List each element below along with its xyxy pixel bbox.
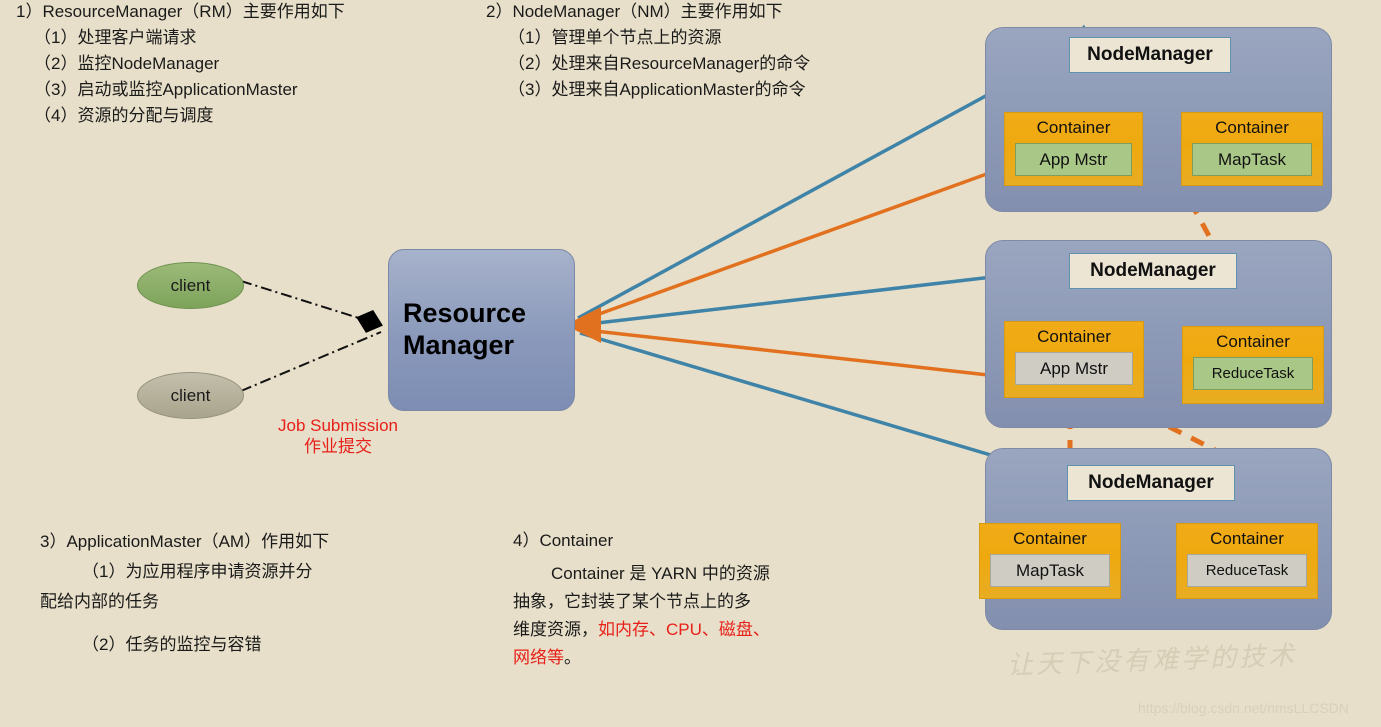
- node-manager-block-2[interactable]: NodeManager Container App Mstr Container…: [985, 240, 1332, 428]
- client-node-gray-label: client: [170, 385, 211, 405]
- am-desc-line-3: （2）任务的监控与容错: [82, 635, 262, 654]
- node-manager-label-3[interactable]: NodeManager: [1067, 465, 1235, 501]
- container-1-2-title: Container: [1215, 118, 1289, 137]
- container-2-2-title: Container: [1216, 332, 1290, 351]
- nm-desc-item-1: （1）管理单个节点上的资源: [508, 28, 722, 47]
- map-task-3[interactable]: MapTask: [990, 554, 1110, 587]
- resource-manager-line-2: Manager: [403, 330, 515, 360]
- rm-desc-item-1: （1）处理客户端请求: [34, 28, 197, 47]
- node-manager-block-1[interactable]: NodeManager Container App Mstr Container…: [985, 27, 1332, 212]
- container-desc-line-2: 抽象，它封装了某个节点上的多: [513, 592, 751, 611]
- am-desc-heading: 3）ApplicationMaster（AM）作用如下: [40, 532, 330, 551]
- nm-desc-item-2: （2）处理来自ResourceManager的命令: [508, 54, 811, 73]
- container-desc-heading: 4）Container: [513, 531, 614, 550]
- container-description: 4）Container Container 是 YARN 中的资源 抽象，它封装…: [513, 532, 770, 677]
- resource-manager-line-1: Resource: [403, 298, 527, 329]
- container-3-2[interactable]: Container ReduceTask: [1176, 523, 1318, 599]
- container-3-1[interactable]: Container MapTask: [979, 523, 1121, 599]
- node-manager-label-1[interactable]: NodeManager: [1069, 37, 1231, 73]
- container-desc-line-3-black: 维度资源，: [513, 620, 598, 639]
- rm-desc-item-2: （2）监控NodeManager: [34, 54, 220, 73]
- client-node-gray[interactable]: client: [137, 372, 244, 419]
- app-master-2[interactable]: App Mstr: [1015, 352, 1133, 385]
- container-2-1[interactable]: Container App Mstr: [1004, 321, 1144, 398]
- rm-desc-heading: 1）ResourceManager（RM）主要作用如下: [16, 2, 345, 21]
- watermark-text: 让天下没有难学的技术: [1006, 640, 1298, 681]
- container-1-2[interactable]: Container MapTask: [1181, 112, 1323, 186]
- map-task-1[interactable]: MapTask: [1192, 143, 1312, 176]
- container-2-2[interactable]: Container ReduceTask: [1182, 326, 1324, 404]
- applicationmaster-description: 3）ApplicationMaster（AM）作用如下 （1）为应用程序申请资源…: [40, 533, 329, 653]
- job-submission-label-cn: 作业提交: [304, 437, 372, 457]
- rm-desc-item-4: （4）资源的分配与调度: [34, 106, 214, 125]
- resourcemanager-description: 1）ResourceManager（RM）主要作用如下 （1）处理客户端请求 （…: [16, 3, 345, 133]
- nm-desc-heading: 2）NodeManager（NM）主要作用如下: [486, 2, 783, 21]
- node-manager-block-3[interactable]: NodeManager Container MapTask Container …: [979, 448, 1332, 630]
- container-3-1-title: Container: [1013, 529, 1087, 548]
- resource-manager-box[interactable]: Resource Manager: [388, 249, 575, 411]
- container-desc-line-4-black: 。: [564, 648, 581, 667]
- container-desc-line-3-red: 如内存、CPU、磁盘、: [598, 620, 770, 639]
- reduce-task-2[interactable]: ReduceTask: [1193, 357, 1313, 390]
- watermark-url: https://blog.csdn.net/nmsLLCSDN: [1138, 700, 1349, 716]
- rm-desc-item-3: （3）启动或监控ApplicationMaster: [34, 80, 298, 99]
- container-3-2-title: Container: [1210, 529, 1284, 548]
- container-desc-line-4: 网络等。: [513, 649, 770, 666]
- container-desc-line-1: Container 是 YARN 中的资源: [551, 564, 770, 583]
- container-1-1-title: Container: [1036, 118, 1111, 137]
- job-submission-label: Job Submission 作业提交: [248, 415, 428, 458]
- app-master-1[interactable]: App Mstr: [1015, 143, 1132, 176]
- client-node-green[interactable]: client: [137, 262, 244, 309]
- reduce-task-3[interactable]: ReduceTask: [1187, 554, 1307, 587]
- nm-desc-item-3: （3）处理来自ApplicationMaster的命令: [508, 80, 806, 99]
- container-desc-line-4-red: 网络等: [513, 648, 564, 667]
- job-submission-label-en: Job Submission: [277, 416, 398, 435]
- container-2-1-title: Container: [1037, 327, 1111, 346]
- nodemanager-description: 2）NodeManager（NM）主要作用如下 （1）管理单个节点上的资源 （2…: [486, 3, 810, 107]
- am-desc-line-1: （1）为应用程序申请资源并分: [82, 562, 313, 581]
- am-desc-line-2: 配给内部的任务: [40, 592, 159, 611]
- client-node-green-label: client: [170, 275, 211, 295]
- client-to-rm-lines: [240, 280, 383, 392]
- container-1-1[interactable]: Container App Mstr: [1004, 112, 1143, 186]
- container-desc-line-3: 维度资源，如内存、CPU、磁盘、: [513, 621, 770, 638]
- orange-appmaster-arrows: [565, 143, 1035, 396]
- diagram-canvas: 1）ResourceManager（RM）主要作用如下 （1）处理客户端请求 （…: [0, 0, 1381, 727]
- node-manager-label-2[interactable]: NodeManager: [1069, 253, 1237, 289]
